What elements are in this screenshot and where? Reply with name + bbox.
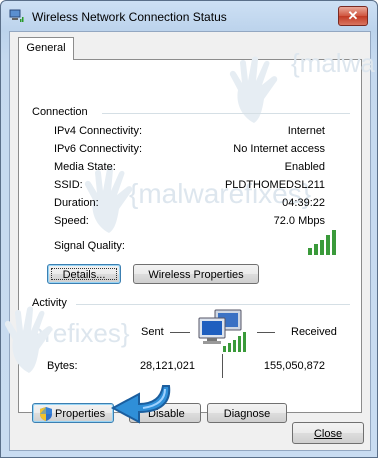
ipv4-label: IPv4 Connectivity: <box>54 125 143 137</box>
close-button[interactable]: Close <box>292 422 364 444</box>
details-button[interactable]: Details... <box>47 264 121 284</box>
watermark-hand-icon <box>229 56 278 124</box>
bytes-label: Bytes: <box>47 360 78 372</box>
uac-shield-icon <box>40 407 52 421</box>
signal-strength-icon <box>308 230 336 255</box>
ipv4-value: Internet <box>287 125 325 137</box>
duration-value: 04:39:22 <box>282 197 325 209</box>
ipv6-value: No Internet access <box>233 143 325 155</box>
general-tab-panel: {malwa {malwarefixes} warefixes} Connect… <box>4 48 375 424</box>
connection-divider <box>102 113 350 114</box>
watermark-low: warefixes} <box>11 318 130 348</box>
sent-label: Sent <box>141 326 164 338</box>
activity-center-line <box>222 354 223 378</box>
network-computers-icon <box>198 309 246 352</box>
close-button-label: Close <box>313 428 343 440</box>
status-dialog: Wireless Network Connection Status ✕ Gen… <box>0 0 378 458</box>
received-label: Received <box>291 326 337 338</box>
ipv6-label: IPv6 Connectivity: <box>54 143 143 155</box>
speed-label: Speed: <box>54 215 89 227</box>
properties-button-label: Properties <box>55 408 106 420</box>
title-bar[interactable]: Wireless Network Connection Status ✕ <box>1 1 377 31</box>
activity-divider <box>76 304 350 305</box>
watermark-top: {malwa <box>291 48 375 78</box>
wireless-network-icon <box>9 9 24 22</box>
wireless-properties-button[interactable]: Wireless Properties <box>133 264 259 284</box>
ssid-value: PLDTHOMEDSL211 <box>224 179 325 191</box>
received-line <box>257 332 275 333</box>
activity-header: Activity <box>32 297 67 309</box>
ssid-label: SSID: <box>54 179 83 191</box>
title-close-button[interactable]: ✕ <box>338 6 368 26</box>
focus-rectangle <box>51 268 117 280</box>
wireless-properties-button-label: Wireless Properties <box>148 269 244 281</box>
pointer-arrow-icon <box>110 385 171 424</box>
diagnose-button-label: Diagnose <box>223 408 271 420</box>
signal-quality-label: Signal Quality: <box>54 240 125 252</box>
properties-button[interactable]: Properties <box>32 403 114 423</box>
dialog-client-area: General {malwa {malwarefixes} warefixes}… <box>4 31 375 451</box>
tab-general[interactable]: General <box>18 37 74 60</box>
diagnose-button[interactable]: Diagnose <box>207 403 287 423</box>
duration-label: Duration: <box>54 197 99 209</box>
window-title: Wireless Network Connection Status <box>32 10 227 24</box>
bytes-sent-value: 28,121,021 <box>139 360 195 372</box>
media-state-label: Media State: <box>54 161 116 173</box>
sent-line <box>170 332 190 333</box>
media-state-value: Enabled <box>284 161 325 173</box>
bytes-received-value: 155,050,872 <box>263 360 325 372</box>
speed-value: 72.0 Mbps <box>273 215 325 227</box>
connection-header: Connection <box>32 106 88 118</box>
